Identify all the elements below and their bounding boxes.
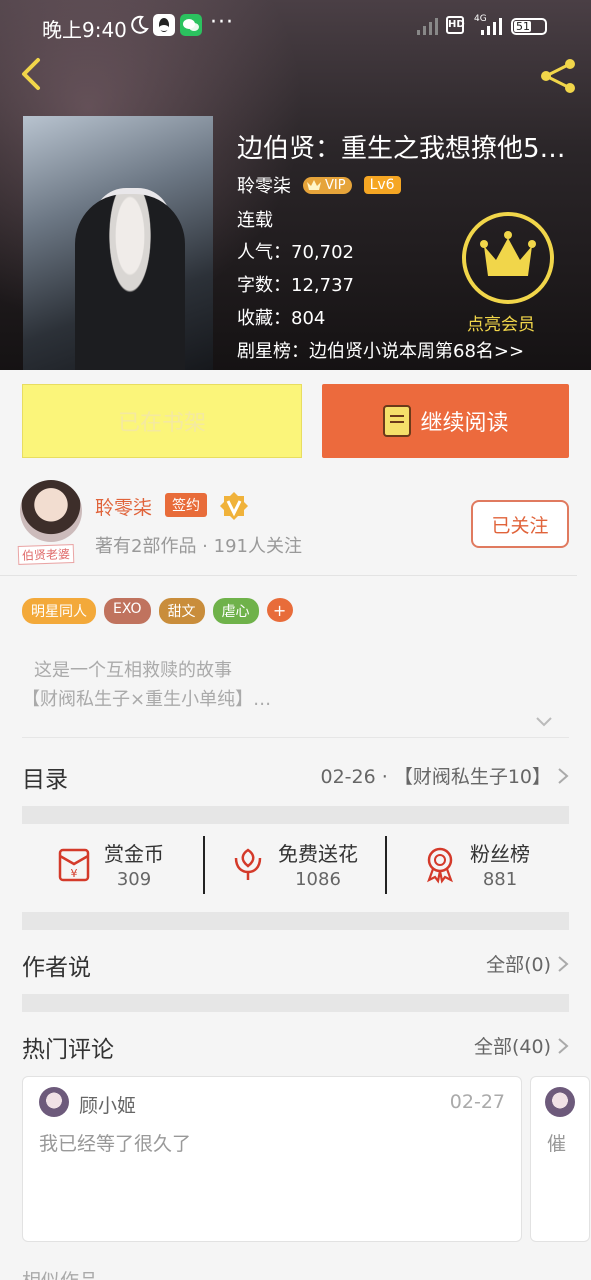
catalog-title[interactable]: 目录 (22, 760, 68, 794)
free-flowers-label: 免费送花 (278, 842, 358, 866)
similar-works-title: 相似作品 (22, 1266, 98, 1280)
hot-comments-all[interactable]: 全部(40) (474, 1032, 569, 1059)
stat-divider (203, 836, 205, 894)
battery-level: 51 (516, 20, 530, 33)
book-author-row: 聆零柒 VIP Lv6 (237, 172, 401, 198)
catalog-latest-chapter: 02-26 · 【财阀私生子10】 (320, 766, 551, 788)
on-shelf-button[interactable]: 已在书架 (22, 384, 302, 458)
stat-divider (385, 836, 387, 894)
book-cover[interactable] (23, 116, 213, 370)
level-badge: Lv6 (363, 176, 401, 194)
chevron-right-icon (558, 1037, 569, 1054)
ranking-link[interactable]: 剧星榜：边伯贤小说本周第68名>> (237, 337, 524, 363)
section-separator (22, 994, 569, 1012)
free-flowers-value: 1086 (295, 869, 341, 890)
add-tag-button[interactable]: + (266, 598, 293, 622)
author-meta: 著有2部作品 · 191人关注 (95, 536, 302, 557)
back-icon[interactable] (14, 54, 50, 94)
crown-small-icon (307, 180, 321, 190)
chevron-right-icon (558, 767, 569, 784)
book-status: 连载 (237, 210, 273, 231)
red-envelope-icon: ¥ (58, 848, 90, 882)
free-flowers[interactable]: 免费送花 1086 (228, 838, 358, 890)
author-name[interactable]: 聆零柒 (95, 493, 152, 520)
crown-icon (480, 231, 536, 276)
signal-weak-icon (417, 18, 438, 35)
intro-line-2: 【财阀私生子×重生小单纯】… (22, 689, 272, 710)
section-separator (22, 912, 569, 930)
support-stats: ¥ 赏金币 309 免费送花 1086 粉丝榜 881 (22, 824, 569, 914)
hot-comments-all-label: 全部(40) (473, 1036, 551, 1058)
comment-text: 我已经等了很久了 (39, 1133, 192, 1155)
cover-figure (75, 194, 185, 370)
catalog-latest[interactable]: 02-26 · 【财阀私生子10】 (320, 762, 569, 789)
book-header: 晚上9:40 ··· HD 4G 51 边伯贤：重生之我想撩他5… 聆零柒 VI… (0, 0, 591, 370)
flower-icon (234, 848, 262, 880)
continue-reading-button[interactable]: 继续阅读 (322, 384, 569, 458)
status-bar: 晚上9:40 ··· HD 4G 51 (0, 0, 591, 44)
author-says-title: 作者说 (22, 955, 91, 981)
svg-text:¥: ¥ (71, 867, 78, 880)
book-author[interactable]: 聆零柒 (237, 172, 291, 198)
intro-line-1: 这是一个互相救赎的故事 (34, 660, 232, 681)
reward-coins-value: 309 (116, 869, 152, 890)
tag-sweet[interactable]: 甜文 (158, 598, 205, 624)
reward-coins[interactable]: ¥ 赏金币 309 (54, 838, 164, 890)
avatar-tag: 伯贤老婆 (17, 544, 75, 565)
tag-exo[interactable]: EXO (104, 598, 151, 624)
signal-icon (481, 18, 502, 35)
book-favorites: 收藏：804 (237, 308, 326, 329)
status-time: 晚上9:40 (42, 18, 127, 42)
follow-button[interactable]: 已关注 (471, 500, 569, 548)
comment-card[interactable]: 顾小姬 02-27 我已经等了很久了 (22, 1076, 522, 1242)
fan-ranking-label: 粉丝榜 (470, 842, 530, 866)
continue-reading-label: 继续阅读 (420, 411, 509, 436)
tag-list: 明星同人 EXO 甜文 虐心 + (22, 598, 293, 624)
book-icon (383, 405, 412, 437)
reward-coins-label: 赏金币 (104, 842, 164, 866)
verified-icon (220, 492, 248, 520)
chevron-down-icon[interactable] (534, 712, 554, 732)
comment-date: 02-27 (449, 1091, 505, 1113)
book-intro[interactable]: 这是一个互相救赎的故事 【财阀私生子×重生小单纯】… (22, 656, 271, 714)
signed-badge: 签约 (165, 493, 207, 517)
author-says-all-label: 全部(0) (486, 954, 551, 976)
commenter-avatar[interactable] (39, 1087, 69, 1117)
commenter-name[interactable]: 顾小姬 (79, 1091, 136, 1118)
moon-icon (131, 15, 149, 34)
wechat-icon (180, 14, 202, 36)
book-title: 边伯贤：重生之我想撩他5… (237, 134, 566, 164)
chevron-right-icon (558, 955, 569, 972)
hd-icon: HD (446, 16, 465, 34)
more-notifications: ··· (210, 10, 234, 35)
share-icon[interactable] (536, 56, 580, 96)
fan-ranking[interactable]: 粉丝榜 881 (420, 838, 530, 890)
qq-icon (153, 14, 175, 36)
author-avatar[interactable] (20, 480, 82, 542)
divider (22, 737, 569, 738)
commenter-avatar[interactable] (545, 1087, 575, 1117)
section-separator (22, 806, 569, 824)
member-label[interactable]: 点亮会员 (467, 310, 535, 335)
book-popularity: 人气：70,702 (237, 242, 354, 263)
medal-icon (427, 847, 453, 884)
divider (0, 575, 577, 576)
book-word-count: 字数：12,737 (237, 275, 354, 296)
battery-icon: 51 (511, 18, 547, 35)
fan-ranking-value: 881 (482, 869, 518, 890)
vip-label: VIP (325, 177, 346, 193)
tag-star-fanfic[interactable]: 明星同人 (22, 598, 96, 624)
comment-text: 催 (547, 1133, 567, 1155)
tag-angst[interactable]: 虐心 (212, 598, 259, 624)
author-says-all[interactable]: 全部(0) (486, 950, 569, 977)
comment-card[interactable]: 催 (530, 1076, 590, 1242)
member-crown-button[interactable] (462, 212, 554, 304)
hot-comments-title: 热门评论 (22, 1037, 114, 1063)
vip-badge: VIP (303, 176, 352, 194)
